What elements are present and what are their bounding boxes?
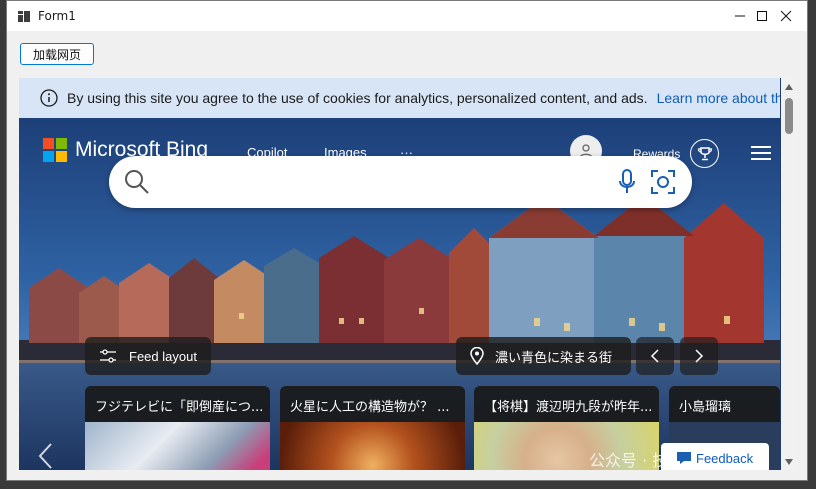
- search-icon: [125, 170, 149, 194]
- feedback-icon: [677, 452, 691, 464]
- cookie-banner: By using this site you agree to the use …: [19, 78, 780, 118]
- news-card-title: 火星に人工の構造物が？ ...: [280, 386, 465, 422]
- next-image-button[interactable]: [680, 337, 718, 375]
- cookie-message: By using this site you agree to the use …: [67, 90, 648, 106]
- news-card-title: 【将棋】渡辺明九段が昨年...: [474, 386, 659, 422]
- news-card-title: フジテレビに「即倒産につ...: [85, 386, 270, 422]
- news-card-image: [85, 422, 270, 470]
- feed-layout-label: Feed layout: [129, 348, 197, 364]
- cookie-learn-more-link[interactable]: Learn more about third party: [657, 90, 780, 106]
- visual-search-icon[interactable]: [650, 169, 676, 195]
- image-info-button[interactable]: 濃い青色に染まる街: [456, 337, 631, 375]
- feedback-label: Feedback: [696, 450, 754, 466]
- load-page-button[interactable]: 加载网页: [20, 43, 94, 65]
- news-card-title: 小島瑠璃: [669, 386, 780, 422]
- microsoft-logo-icon: [43, 138, 67, 162]
- news-card[interactable]: 火星に人工の構造物が？ ...: [280, 386, 465, 470]
- chevron-right-icon: [695, 349, 704, 363]
- scrollbar-thumb[interactable]: [785, 98, 793, 134]
- close-icon: [780, 10, 792, 22]
- app-icon: [18, 11, 30, 22]
- location-pin-icon: [470, 347, 484, 365]
- news-card[interactable]: フジテレビに「即倒産につ...: [85, 386, 270, 470]
- feed-layout-button[interactable]: Feed layout: [85, 337, 211, 375]
- chevron-left-icon: [650, 349, 659, 363]
- close-button[interactable]: [763, 1, 809, 31]
- news-card-image: [280, 422, 465, 470]
- app-window: Form1 加载网页 By using this site you agree …: [6, 0, 808, 481]
- sliders-icon: [100, 349, 116, 363]
- vertical-scrollbar[interactable]: [781, 78, 797, 470]
- feedback-button[interactable]: Feedback: [661, 443, 769, 470]
- web-browser[interactable]: By using this site you agree to the use …: [19, 78, 797, 470]
- news-previous-arrow-icon[interactable]: [37, 443, 53, 469]
- previous-image-button[interactable]: [636, 337, 674, 375]
- scroll-down-arrow-icon[interactable]: [781, 456, 797, 468]
- title-bar: Form1: [7, 1, 807, 31]
- search-box[interactable]: [109, 156, 692, 208]
- rewards-button[interactable]: [690, 139, 719, 168]
- scroll-up-arrow-icon[interactable]: [781, 81, 797, 93]
- microphone-icon[interactable]: [618, 169, 636, 195]
- image-caption: 濃い青色に染まる街: [495, 350, 613, 366]
- trophy-icon: [697, 146, 712, 160]
- hamburger-menu-icon[interactable]: [751, 145, 771, 161]
- info-icon: [40, 89, 58, 107]
- window-title: Form1: [38, 9, 76, 23]
- bing-homepage: Microsoft Bing Copilot Images ··· Reward…: [19, 118, 780, 470]
